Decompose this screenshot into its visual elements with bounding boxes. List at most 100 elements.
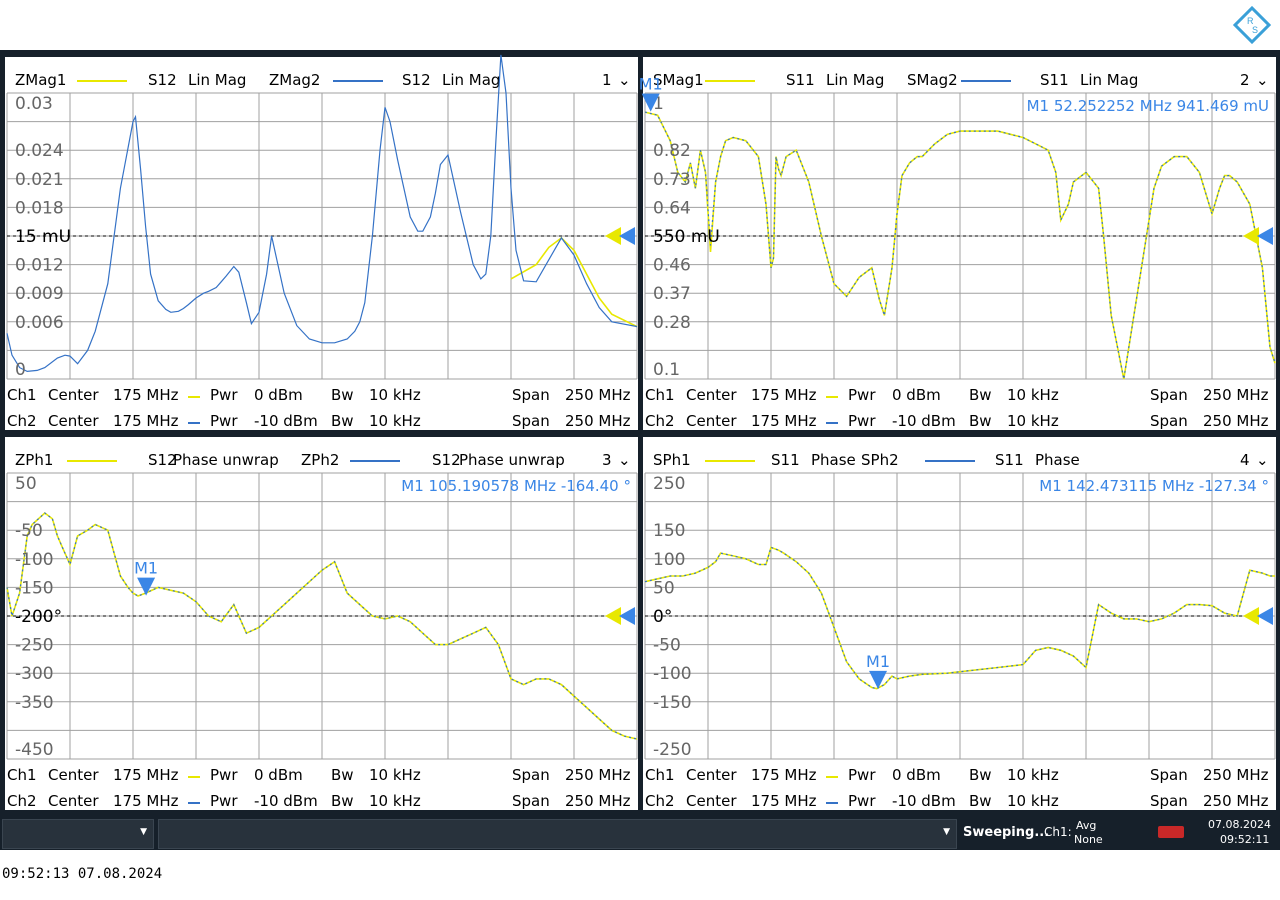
bandwidth-label: Bw [331, 766, 354, 784]
trace-format[interactable]: Lin Mag [1080, 71, 1138, 89]
center-label: Center [686, 766, 737, 784]
diagram-pane-2[interactable]: SMag1 S11 Lin Mag SMag2 S11 Lin Mag 2 ⌄ 1 0.82 0.7… [639, 57, 1276, 430]
trace-format[interactable]: Phase unwrap [459, 451, 565, 469]
diagram-number[interactable]: 2 [1240, 71, 1250, 89]
trace-name[interactable]: ZPh2 [301, 451, 339, 469]
trace-name[interactable]: SMag2 [907, 71, 958, 89]
y-tick-label: -250 [15, 636, 54, 656]
y-tick-label: 0.37 [653, 284, 691, 304]
reference-arrow-blue-icon [619, 227, 635, 245]
y-tick-label: 0.28 [653, 313, 691, 333]
trace-parameter[interactable]: S11 [1040, 71, 1069, 89]
diagram-pane-4[interactable]: SPh1 S11 Phase SPh2 S11 Phase 4 ⌄ 250 150 100 50 -50… [643, 437, 1276, 810]
channel-label: Ch1 [645, 386, 675, 404]
span-value: 250 MHz [1203, 386, 1269, 404]
status-bar: ▼ ▼ Sweeping... Ch1: Avg None 07.08.2024… [0, 815, 1280, 850]
trace-parameter[interactable]: S12 [402, 71, 431, 89]
channel-label: Ch2 [7, 792, 37, 810]
span-value: 250 MHz [1203, 766, 1269, 784]
chevron-down-icon: ▼ [140, 827, 147, 837]
diagram-pane-1[interactable]: ZMag1 S12 Lin Mag ZMag2 S12 Lin Mag 1 ⌄ 0.03 0.02… [5, 54, 638, 430]
trace-header: SPh1 S11 Phase SPh2 S11 Phase 4 ⌄ [643, 437, 1276, 473]
trace-header: ZPh1 S12 Phase unwrap ZPh2 S12 Phase unwrap 3 ⌄ [5, 437, 638, 473]
trace-plot[interactable]: 50 -50 -100 -150 -250 -300 -350 -450 -200° M1 M1 1… [6, 472, 638, 760]
trace-name[interactable]: ZPh1 [15, 451, 53, 469]
bandwidth-label: Bw [969, 412, 992, 430]
y-tick-label: -50 [15, 521, 43, 541]
span-label: Span [512, 412, 550, 430]
y-tick-label: -100 [15, 550, 54, 570]
marker-readout: M1 142.473115 MHz -127.34 ° [1039, 477, 1269, 495]
softkey-dropdown-main[interactable]: ▼ [158, 819, 957, 849]
diagram-number[interactable]: 4 [1240, 451, 1250, 469]
trace-format[interactable]: Phase [811, 451, 856, 469]
bandwidth-value: 10 kHz [369, 386, 421, 404]
y-tick-label: 0.012 [15, 256, 64, 276]
diagram-number[interactable]: 3 [602, 451, 612, 469]
legend-line-yellow [77, 80, 127, 82]
reference-arrow-blue-icon [619, 607, 635, 625]
screenshot-timestamp: 09:52:13 07.08.2024 [2, 866, 163, 882]
status-time: 09:52:11 [1220, 833, 1270, 846]
bandwidth-value: 10 kHz [369, 766, 421, 784]
span-value: 250 MHz [565, 766, 631, 784]
y-tick-label: 0.006 [15, 313, 64, 333]
y-tick-label: 0.009 [15, 284, 64, 304]
legend-line-blue [350, 460, 400, 462]
trace-format[interactable]: Lin Mag [188, 71, 246, 89]
trace-name[interactable]: ZMag2 [269, 71, 320, 89]
marker-m1-label: M1 [639, 75, 663, 94]
reference-arrow-blue-icon [1257, 227, 1273, 245]
channel-indicator: Ch1: [1044, 825, 1072, 839]
chevron-down-icon: ▼ [943, 827, 950, 837]
y-tick-label: 0.018 [15, 198, 64, 218]
channel-color-swatch [826, 396, 838, 398]
y-tick-label: -450 [15, 740, 54, 760]
trace-name[interactable]: ZMag1 [15, 71, 66, 89]
diagram-pane-3[interactable]: ZPh1 S12 Phase unwrap ZPh2 S12 Phase unwrap 3 ⌄… [5, 437, 638, 810]
trace-plot[interactable]: 250 150 100 50 -50 -100 -150 -250 0° M1 M1 142.473… [644, 472, 1276, 760]
trace-format[interactable]: Lin Mag [442, 71, 500, 89]
span-label: Span [1150, 766, 1188, 784]
center-value: 175 MHz [751, 412, 817, 430]
center-label: Center [48, 412, 99, 430]
marker-m1-icon [137, 577, 156, 596]
marker-readout: M1 52.252252 MHz 941.469 mU [1027, 97, 1269, 115]
trace-format[interactable]: Lin Mag [826, 71, 884, 89]
trace-parameter[interactable]: S12 [148, 71, 177, 89]
marker-m1-icon [869, 670, 888, 689]
bandwidth-value: 10 kHz [1007, 766, 1059, 784]
trace-header: ZMag1 S12 Lin Mag ZMag2 S12 Lin Mag 1 ⌄ [5, 57, 638, 93]
trace-name[interactable]: SPh1 [653, 451, 691, 469]
legend-line-blue [961, 80, 1011, 82]
diagram-number[interactable]: 1 [602, 71, 612, 89]
softkey-dropdown-left[interactable]: ▼ [2, 819, 154, 849]
channel-color-swatch [188, 422, 200, 424]
power-label: Pwr [210, 412, 238, 430]
reference-arrow-blue-icon [1257, 607, 1273, 625]
trace-parameter[interactable]: S12 [432, 451, 461, 469]
span-label: Span [512, 766, 550, 784]
trace-parameter[interactable]: S11 [771, 451, 800, 469]
chevron-down-icon[interactable]: ⌄ [618, 451, 631, 469]
chevron-down-icon[interactable]: ⌄ [618, 71, 631, 89]
channel-color-swatch [826, 802, 838, 804]
trace-format[interactable]: Phase unwrap [173, 451, 279, 469]
reference-value-label: 550 mU [653, 227, 720, 247]
trace-format[interactable]: Phase [1035, 451, 1080, 469]
reference-arrow-yellow-icon [605, 227, 621, 245]
chevron-down-icon[interactable]: ⌄ [1256, 71, 1269, 89]
trace-name[interactable]: SPh2 [861, 451, 899, 469]
y-tick-label: -300 [15, 664, 54, 684]
chevron-down-icon[interactable]: ⌄ [1256, 451, 1269, 469]
trace-plot[interactable]: 0.03 0.024 0.021 0.018 0.012 0.009 0.006 0 15 mU [6, 54, 638, 380]
trace-parameter[interactable]: S11 [786, 71, 815, 89]
center-label: Center [686, 792, 737, 810]
center-label: Center [686, 412, 737, 430]
trace-parameter[interactable]: S11 [995, 451, 1024, 469]
trace-plot[interactable]: 10.820.730.640.460.370.280.1550 mUM1M1 5… [639, 75, 1276, 380]
y-tick-label: 0.03 [15, 94, 53, 114]
span-label: Span [512, 792, 550, 810]
span-value: 250 MHz [565, 792, 631, 810]
y-tick-label: 0.021 [15, 170, 64, 190]
